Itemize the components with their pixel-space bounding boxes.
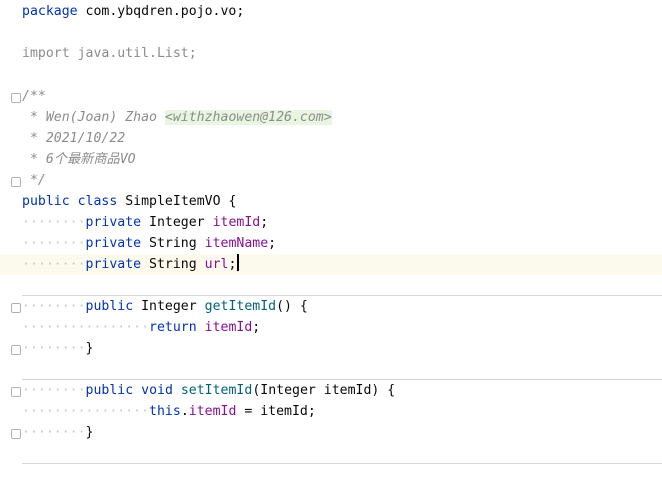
package-name: com.ybqdren.pojo.vo; <box>77 4 245 19</box>
code-line-doc-open[interactable]: /** <box>0 86 662 107</box>
method-name: getItemId <box>204 299 277 314</box>
indent-whitespace: ········ <box>22 215 86 230</box>
method-name: setItemId <box>180 383 253 398</box>
code-line-doc-close[interactable]: */ <box>0 170 662 191</box>
code-line-setter-sig[interactable]: ········public void setItemId(Integer it… <box>0 380 662 401</box>
indent-whitespace: ········ <box>22 257 86 272</box>
keyword-private: private <box>85 215 142 230</box>
import-statement: import java.util.List; <box>22 46 197 61</box>
field-name: itemId <box>188 404 237 419</box>
semicolon: ; <box>260 215 269 230</box>
closing-brace: } <box>85 425 94 440</box>
doc-author: * Wen(Joan) Zhao <box>22 110 165 125</box>
dot: . <box>180 404 189 419</box>
text-caret <box>237 254 240 271</box>
doc-date: * 2021/10/22 <box>22 131 126 146</box>
code-editor[interactable]: package com.ybqdren.pojo.vo; import java… <box>0 0 662 469</box>
doc-comment-close: */ <box>22 173 46 188</box>
code-line-field-url-current[interactable]: ········private String url; <box>0 254 662 275</box>
keyword-void: void <box>141 383 173 398</box>
field-name: url <box>204 257 229 272</box>
assignment: = itemId; <box>236 404 316 419</box>
code-line-import[interactable]: import java.util.List; <box>0 43 662 64</box>
keyword-this: this <box>149 404 181 419</box>
indent-whitespace: ················ <box>22 404 150 419</box>
doc-comment-open: /** <box>22 89 46 104</box>
semicolon: ; <box>268 236 277 251</box>
indent-whitespace: ········ <box>22 383 86 398</box>
code-line-setter-close[interactable]: ········} <box>0 422 662 443</box>
field-type: String <box>141 257 205 272</box>
class-name: SimpleItemVO { <box>117 194 237 209</box>
keyword-package: package <box>22 4 78 19</box>
code-line-doc-desc[interactable]: * 6个最新商品VO <box>0 149 662 170</box>
method-separator <box>22 463 662 464</box>
semicolon: ; <box>252 320 261 335</box>
field-type: Integer <box>141 215 213 230</box>
indent-whitespace: ········ <box>22 341 86 356</box>
field-type: String <box>141 236 205 251</box>
keyword-private: private <box>85 257 142 272</box>
keyword-public: public <box>85 383 134 398</box>
indent-whitespace: ················ <box>22 320 150 335</box>
indent-whitespace: ········ <box>22 425 86 440</box>
keyword-return: return <box>149 320 197 335</box>
field-name: itemId <box>212 215 261 230</box>
indent-whitespace: ········ <box>22 299 86 314</box>
keyword-public: public <box>22 194 70 209</box>
keyword-public: public <box>85 299 134 314</box>
doc-author-email: <withzhaowen@126.com> <box>164 110 332 125</box>
code-line-doc-author[interactable]: * Wen(Joan) Zhao <withzhaowen@126.com> <box>0 107 662 128</box>
code-line-getter-close[interactable]: ········} <box>0 338 662 359</box>
code-line-field-itemname[interactable]: ········private String itemName; <box>0 233 662 254</box>
code-line-setter-assign[interactable]: ················this.itemId = itemId; <box>0 401 662 422</box>
semicolon: ; <box>228 257 237 272</box>
code-line-field-itemid[interactable]: ········private Integer itemId; <box>0 212 662 233</box>
keyword-private: private <box>85 236 142 251</box>
indent-whitespace: ········ <box>22 236 86 251</box>
doc-description: * 6个最新商品VO <box>22 152 136 167</box>
field-name: itemName <box>204 236 269 251</box>
method-signature-end: () { <box>276 299 308 314</box>
return-type: Integer <box>133 299 205 314</box>
closing-brace: } <box>85 341 94 356</box>
code-line-doc-date[interactable]: * 2021/10/22 <box>0 128 662 149</box>
code-line-getter-sig[interactable]: ········public Integer getItemId() { <box>0 296 662 317</box>
code-line-class-decl[interactable]: public class SimpleItemVO { <box>0 191 662 212</box>
method-params: (Integer itemId) { <box>252 383 396 398</box>
code-line-package[interactable]: package com.ybqdren.pojo.vo; <box>0 1 662 22</box>
field-name: itemId <box>204 320 253 335</box>
code-line-getter-return[interactable]: ················return itemId; <box>0 317 662 338</box>
keyword-class: class <box>77 194 118 209</box>
